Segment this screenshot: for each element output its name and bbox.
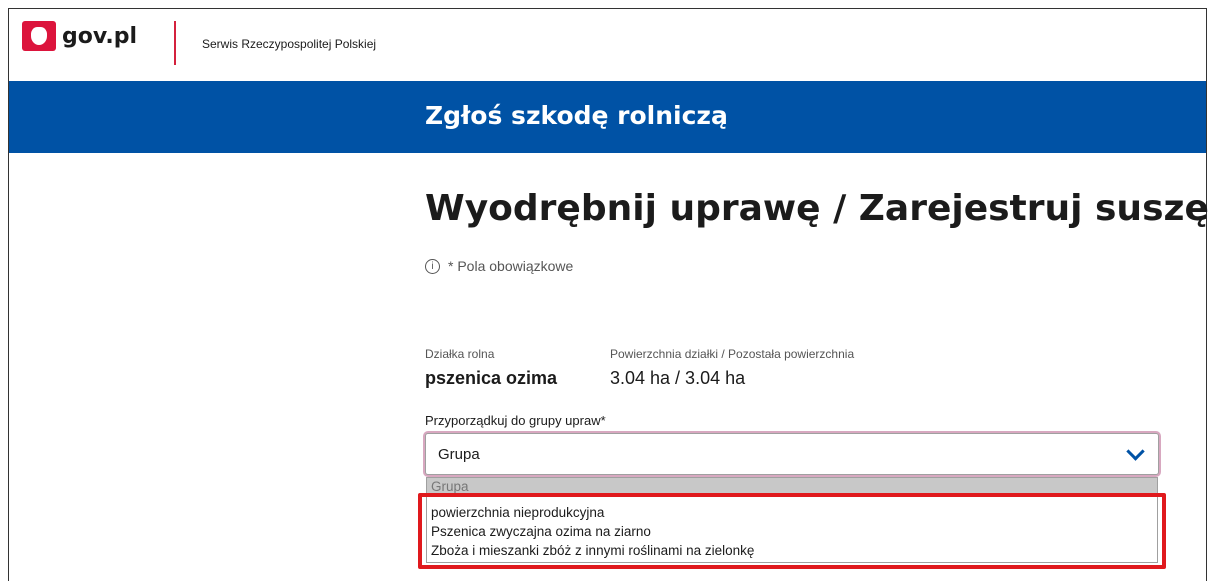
chevron-down-icon[interactable] <box>1126 442 1145 461</box>
group-dropdown-list: Grupa powierzchnia nieprodukcyjna Pszeni… <box>426 477 1158 563</box>
banner-title: Zgłoś szkodę rolniczą <box>425 101 728 130</box>
area-label: Powierzchnia działki / Pozostała powierz… <box>610 347 855 361</box>
parcel-value: pszenica ozima <box>425 368 558 388</box>
group-select-value: Grupa <box>438 446 480 463</box>
header-divider <box>174 21 176 65</box>
eagle-emblem-icon <box>22 21 56 51</box>
logo-text: gov.pl <box>62 23 138 49</box>
group-select-label: Przyporządkuj do grupy upraw* <box>425 413 606 428</box>
dropdown-option[interactable]: Pszenica zwyczajna ozima na ziarno <box>427 522 1157 541</box>
page-title: Wyodrębnij uprawę / Zarejestruj suszę <box>425 188 1209 229</box>
service-name: Serwis Rzeczypospolitej Polskiej <box>202 37 377 51</box>
parcel-label: Działka rolna <box>425 347 495 361</box>
area-value: 3.04 ha / 3.04 ha <box>610 368 746 388</box>
dropdown-option[interactable]: Zboża i mieszanki zbóż z innymi roślinam… <box>427 541 1157 560</box>
required-note-text: * Pola obowiązkowe <box>448 258 574 274</box>
site-header: gov.pl Serwis Rzeczypospolitej Polskiej <box>9 9 1206 81</box>
dropdown-option[interactable]: powierzchnia nieprodukcyjna <box>427 503 1157 522</box>
dropdown-option-placeholder[interactable]: Grupa <box>427 478 1157 495</box>
group-select[interactable]: Grupa <box>425 433 1159 475</box>
required-fields-note: i * Pola obowiązkowe <box>425 258 573 274</box>
page-banner: Zgłoś szkodę rolniczą <box>9 81 1206 153</box>
info-icon: i <box>425 258 440 274</box>
gov-logo[interactable]: gov.pl <box>22 21 137 51</box>
